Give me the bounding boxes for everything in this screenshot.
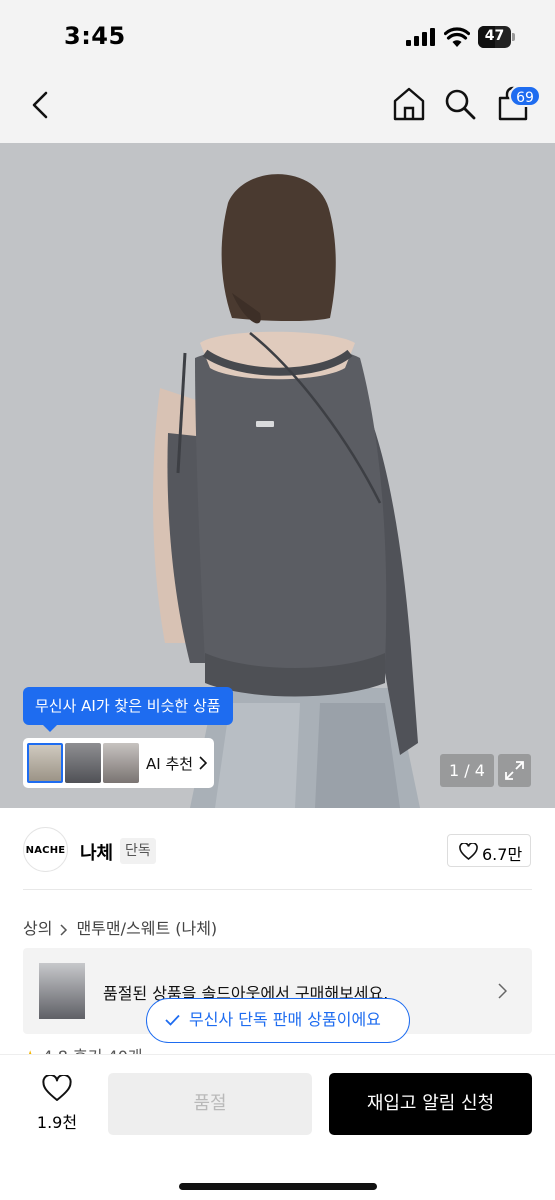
brand-name[interactable]: 나체 [80, 839, 113, 865]
wifi-icon [444, 27, 470, 47]
bottom-action-bar: 1.9천 품절 재입고 알림 신청 [0, 1054, 555, 1200]
breadcrumb-item[interactable]: 맨투맨/스웨트 (나체) [76, 919, 217, 938]
status-time: 3:45 [64, 22, 126, 50]
ai-thumbnail[interactable] [103, 743, 139, 783]
divider [23, 889, 532, 890]
image-counter: 1 / 4 [440, 754, 494, 787]
search-icon[interactable] [444, 88, 476, 120]
brand-like-count: 6.7만 [482, 845, 523, 864]
fullscreen-button[interactable] [498, 754, 531, 787]
home-indicator [179, 1183, 377, 1190]
banner-thumbnail [39, 963, 85, 1019]
product-image-gallery[interactable]: 무신사 AI가 찾은 비슷한 상품 AI 추천 1 / 4 [0, 143, 555, 808]
back-icon[interactable] [28, 90, 54, 120]
check-icon [165, 1014, 180, 1026]
ai-recommend-card[interactable]: AI 추천 [23, 738, 214, 788]
exclusive-toast: 무신사 단독 판매 상품이에요 [146, 998, 410, 1043]
cart-count-badge: 69 [509, 85, 541, 107]
expand-icon [505, 761, 524, 780]
wishlist-count: 1.9천 [36, 1113, 78, 1132]
brand-like-button[interactable]: 6.7만 [447, 834, 531, 867]
chevron-right-icon [498, 983, 507, 999]
signal-icon [406, 28, 435, 46]
ai-recommend-label: AI 추천 [146, 755, 194, 773]
chevron-right-icon [60, 923, 68, 936]
chevron-right-icon [199, 756, 207, 770]
ai-thumbnail[interactable] [27, 743, 63, 783]
heart-icon [459, 843, 478, 860]
battery-icon: 47 [478, 26, 516, 48]
wishlist-button[interactable]: 1.9천 [30, 1075, 84, 1135]
restock-alert-button[interactable]: 재입고 알림 신청 [329, 1073, 532, 1135]
toast-text: 무신사 단독 판매 상품이에요 [189, 1010, 381, 1029]
soldout-button: 품절 [108, 1073, 312, 1135]
battery-level: 47 [484, 28, 505, 44]
ai-similar-tooltip: 무신사 AI가 찾은 비슷한 상품 [23, 687, 233, 732]
ai-thumbnail[interactable] [65, 743, 101, 783]
status-bar: 3:45 47 [0, 0, 555, 70]
breadcrumb: 상의 맨투맨/스웨트 (나체) [23, 915, 217, 939]
brand-logo[interactable]: NACHE [23, 827, 68, 872]
heart-icon [42, 1075, 72, 1101]
top-nav: 69 [0, 70, 555, 143]
breadcrumb-item[interactable]: 상의 [23, 919, 52, 938]
home-icon[interactable] [392, 86, 426, 122]
exclusive-tag: 단독 [120, 838, 156, 864]
